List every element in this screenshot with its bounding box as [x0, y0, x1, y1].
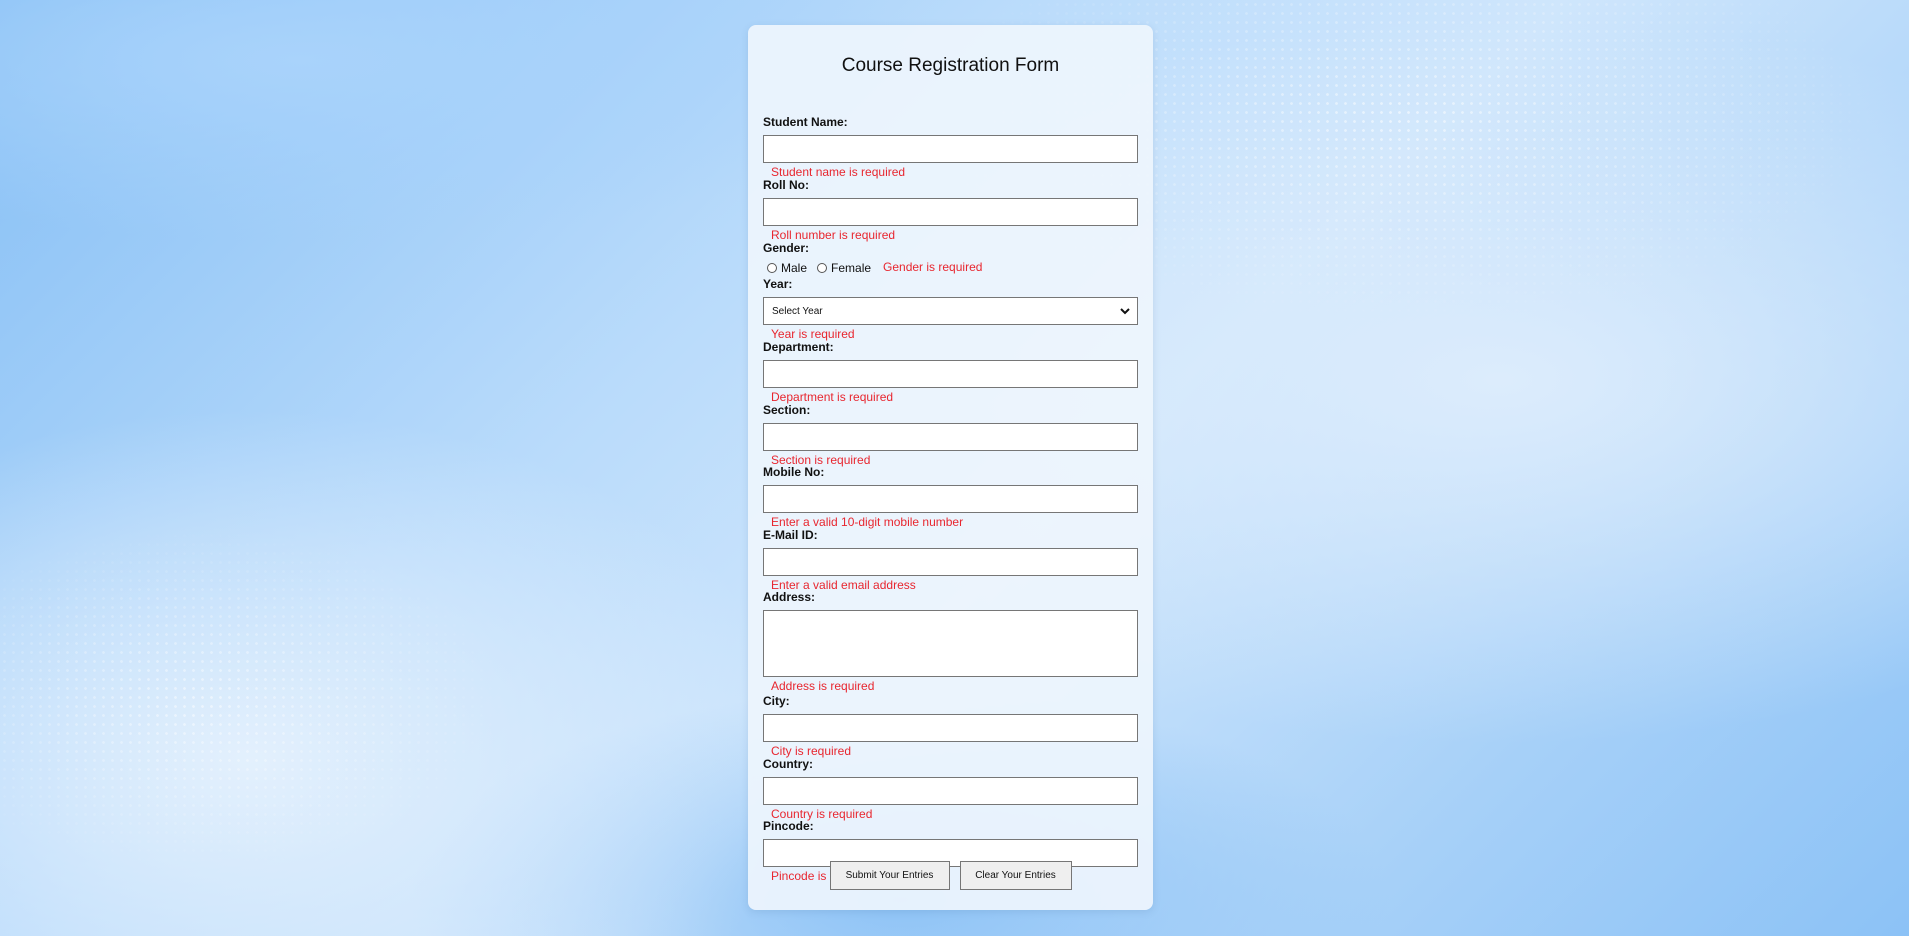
email-input[interactable] — [763, 548, 1138, 576]
section-label: Section: — [763, 403, 811, 417]
city-input[interactable] — [763, 714, 1138, 742]
gender-label: Gender: — [763, 241, 810, 255]
department-group: Department: Department is required — [763, 340, 1138, 405]
gender-male-label: Male — [781, 260, 808, 275]
email-group: E-Mail ID: Enter a valid email address — [763, 528, 1138, 593]
student-name-group: Student Name: Student name is required — [763, 115, 1138, 180]
pincode-label: Pincode: — [763, 819, 814, 833]
gender-group: Gender: Male Female Gender is required — [763, 241, 1138, 276]
address-textarea[interactable] — [763, 610, 1138, 677]
city-group: City: City is required — [763, 694, 1138, 759]
gender-radio-female[interactable] — [817, 262, 828, 273]
year-label: Year: — [763, 277, 793, 291]
gender-options: Male Female Gender is required — [763, 259, 1138, 276]
chevron-down-icon — [1120, 308, 1130, 315]
gender-female-label: Female — [831, 260, 872, 275]
form-buttons: Submit Your Entries Clear Your Entries — [748, 861, 1153, 890]
email-label: E-Mail ID: — [763, 528, 818, 542]
department-label: Department: — [763, 340, 834, 354]
mobile-label: Mobile No: — [763, 465, 825, 479]
address-error: Address is required — [771, 679, 875, 693]
country-group: Country: Country is required — [763, 757, 1138, 822]
roll-no-label: Roll No: — [763, 178, 809, 192]
roll-no-group: Roll No: Roll number is required — [763, 178, 1138, 243]
gender-error: Gender is required — [883, 260, 983, 274]
year-select[interactable]: Select Year — [763, 297, 1138, 325]
address-group: Address: Address is required — [763, 590, 1138, 694]
student-name-input[interactable] — [763, 135, 1138, 163]
year-select-value: Select Year — [772, 305, 823, 317]
country-label: Country: — [763, 757, 813, 771]
year-group: Year: Select Year Year is required — [763, 277, 1138, 342]
roll-no-input[interactable] — [763, 198, 1138, 226]
department-input[interactable] — [763, 360, 1138, 388]
clear-button[interactable]: Clear Your Entries — [959, 861, 1072, 890]
section-input[interactable] — [763, 423, 1138, 451]
registration-card: Course Registration Form Student Name: S… — [748, 25, 1153, 910]
mobile-group: Mobile No: Enter a valid 10-digit mobile… — [763, 465, 1138, 530]
mobile-input[interactable] — [763, 485, 1138, 513]
country-input[interactable] — [763, 777, 1138, 805]
section-group: Section: Section is required — [763, 403, 1138, 468]
form-title: Course Registration Form — [841, 55, 1060, 76]
student-name-label: Student Name: — [763, 115, 848, 129]
city-label: City: — [763, 694, 790, 708]
address-label: Address: — [763, 590, 816, 604]
gender-radio-male[interactable] — [767, 262, 777, 273]
submit-button[interactable]: Submit Your Entries — [829, 861, 950, 890]
